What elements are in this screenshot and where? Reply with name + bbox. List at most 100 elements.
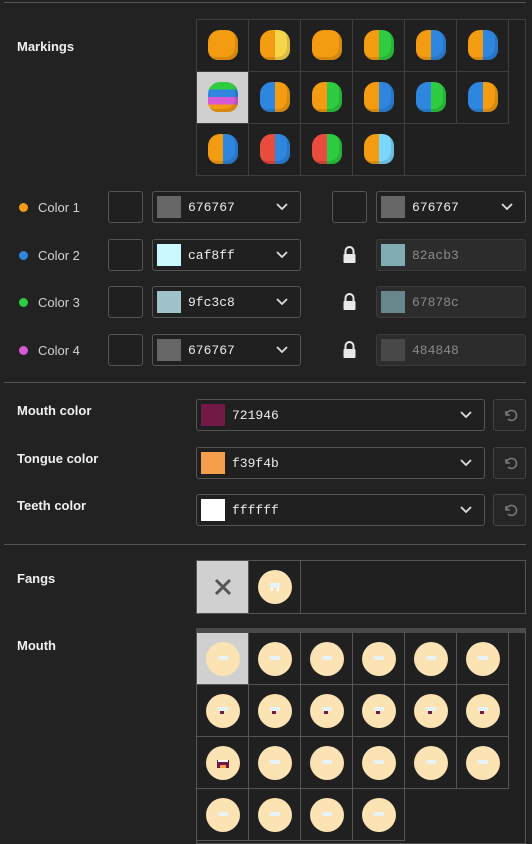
mouth-option[interactable] bbox=[405, 737, 457, 789]
color-swatch bbox=[157, 291, 181, 313]
marking-option[interactable] bbox=[405, 72, 457, 124]
marking-option[interactable] bbox=[405, 20, 457, 72]
mouth-color-field[interactable]: 721946 bbox=[196, 399, 485, 431]
tongue-color-field[interactable]: f39f4b bbox=[196, 447, 485, 479]
color-row-label: Color 3 bbox=[38, 295, 80, 310]
tongue-color-label: Tongue color bbox=[17, 451, 99, 466]
color-primary-field[interactable]: 676767 bbox=[152, 334, 301, 366]
mouth-option[interactable] bbox=[353, 737, 405, 789]
fangs-option-fang[interactable] bbox=[249, 561, 301, 613]
mouth-option[interactable] bbox=[197, 685, 249, 737]
mouth-option[interactable] bbox=[249, 633, 301, 685]
marking-option[interactable] bbox=[353, 72, 405, 124]
marking-icon bbox=[468, 30, 498, 60]
color-secondary-field: 484848 bbox=[376, 334, 526, 366]
chevron-down-icon bbox=[501, 203, 513, 211]
color-toggle-button[interactable] bbox=[108, 191, 143, 223]
mouth-face-icon bbox=[362, 694, 396, 728]
marking-option[interactable] bbox=[249, 20, 301, 72]
tongue-color-hex: f39f4b bbox=[232, 456, 279, 471]
color-hex: caf8ff bbox=[188, 248, 235, 263]
mouth-option[interactable] bbox=[405, 633, 457, 685]
mouth-face-icon bbox=[362, 642, 396, 676]
markings-label: Markings bbox=[17, 39, 75, 54]
divider-colors bbox=[4, 382, 526, 383]
color-swatch bbox=[157, 339, 181, 361]
mouth-face-icon bbox=[362, 798, 396, 832]
color-secondary-field: 82acb3 bbox=[376, 239, 526, 271]
chevron-down-icon bbox=[276, 203, 288, 211]
color-secondary-field[interactable]: 676767 bbox=[376, 191, 526, 223]
color-swatch bbox=[157, 196, 181, 218]
mouth-option[interactable] bbox=[249, 685, 301, 737]
mouth-option[interactable] bbox=[457, 737, 509, 789]
tongue-color-swatch bbox=[201, 452, 225, 474]
mouth-face-icon bbox=[466, 642, 500, 676]
mouth-option[interactable] bbox=[249, 737, 301, 789]
marking-icon bbox=[312, 134, 342, 164]
mouth-option[interactable] bbox=[353, 789, 405, 841]
teeth-color-field[interactable]: ffffff bbox=[196, 494, 485, 526]
chevron-down-icon bbox=[276, 298, 288, 306]
color-swatch bbox=[381, 339, 405, 361]
color-primary-field[interactable]: 9fc3c8 bbox=[152, 286, 301, 318]
marking-option[interactable] bbox=[249, 124, 301, 176]
mouth-face-icon bbox=[206, 798, 240, 832]
color-hex: 484848 bbox=[412, 343, 459, 358]
marking-option[interactable] bbox=[353, 124, 405, 176]
marking-icon bbox=[416, 30, 446, 60]
color-primary-field[interactable]: caf8ff bbox=[152, 239, 301, 271]
mouth-option[interactable] bbox=[197, 737, 249, 789]
color-primary-field[interactable]: 676767 bbox=[152, 191, 301, 223]
marking-icon bbox=[312, 82, 342, 112]
marking-option[interactable] bbox=[301, 72, 353, 124]
marking-option[interactable] bbox=[457, 20, 509, 72]
mouth-option[interactable] bbox=[301, 685, 353, 737]
reset-icon bbox=[505, 504, 518, 517]
color-toggle-button[interactable] bbox=[108, 286, 143, 318]
mouth-option[interactable] bbox=[457, 633, 509, 685]
tongue-color-reset-button[interactable] bbox=[493, 447, 526, 479]
marking-option[interactable] bbox=[457, 72, 509, 124]
mouth-option[interactable] bbox=[353, 633, 405, 685]
marking-icon bbox=[416, 82, 446, 112]
color-toggle-button[interactable] bbox=[108, 239, 143, 271]
mouth-option[interactable] bbox=[249, 789, 301, 841]
marking-icon bbox=[208, 134, 238, 164]
mouth-option[interactable] bbox=[301, 633, 353, 685]
teeth-color-reset-button[interactable] bbox=[493, 494, 526, 526]
mouth-option[interactable] bbox=[405, 685, 457, 737]
marking-option[interactable] bbox=[197, 124, 249, 176]
fangs-option-none[interactable] bbox=[197, 561, 249, 613]
color-hex: 67878c bbox=[412, 295, 459, 310]
mouth-face-icon bbox=[414, 694, 448, 728]
mouth-face-icon bbox=[466, 746, 500, 780]
mouth-face-icon bbox=[466, 694, 500, 728]
marking-option[interactable] bbox=[197, 20, 249, 72]
marking-option[interactable] bbox=[301, 20, 353, 72]
marking-option[interactable] bbox=[249, 72, 301, 124]
mouth-face-icon bbox=[310, 642, 344, 676]
marking-icon bbox=[260, 134, 290, 164]
color-link-button[interactable] bbox=[332, 191, 367, 223]
color-row-label: Color 1 bbox=[38, 200, 80, 215]
mouth-option[interactable] bbox=[353, 685, 405, 737]
color-swatch bbox=[381, 196, 405, 218]
marking-option[interactable] bbox=[353, 20, 405, 72]
chevron-down-icon bbox=[460, 411, 472, 419]
mouth-option[interactable] bbox=[301, 737, 353, 789]
marking-icon bbox=[260, 82, 290, 112]
fang-face-icon bbox=[258, 570, 292, 604]
marking-option[interactable] bbox=[197, 72, 249, 124]
mouth-option[interactable] bbox=[301, 789, 353, 841]
marking-option[interactable] bbox=[301, 124, 353, 176]
color-dot bbox=[19, 298, 28, 307]
lock-icon[interactable] bbox=[332, 286, 367, 318]
color-toggle-button[interactable] bbox=[108, 334, 143, 366]
mouth-option[interactable] bbox=[197, 633, 249, 685]
lock-icon[interactable] bbox=[332, 239, 367, 271]
lock-icon[interactable] bbox=[332, 334, 367, 366]
mouth-option[interactable] bbox=[457, 685, 509, 737]
mouth-color-reset-button[interactable] bbox=[493, 399, 526, 431]
mouth-option[interactable] bbox=[197, 789, 249, 841]
